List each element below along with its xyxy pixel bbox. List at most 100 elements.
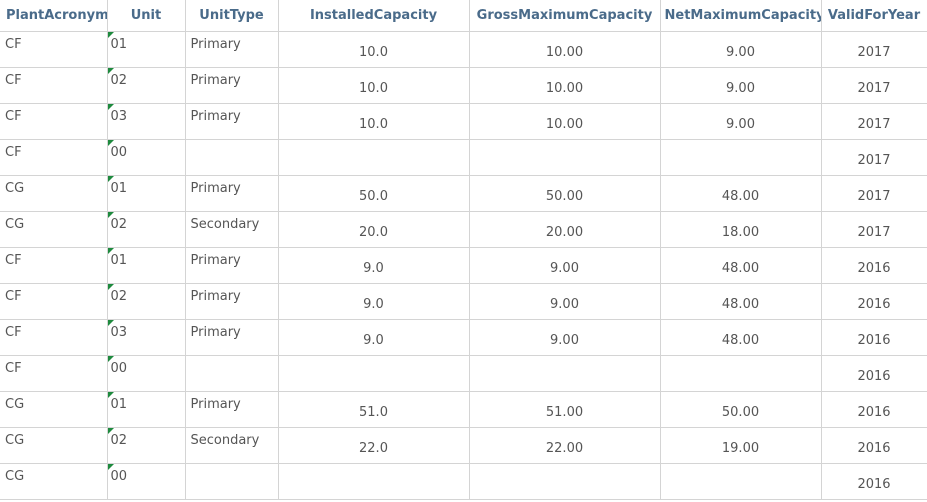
plant-acronym-cell[interactable]: CF	[0, 247, 108, 284]
net-maximum-capacity-cell[interactable]	[660, 139, 822, 176]
number-as-text-warning-icon[interactable]	[107, 283, 114, 290]
unit-cell[interactable]: 00	[107, 355, 186, 392]
number-as-text-warning-icon[interactable]	[107, 247, 114, 254]
installed-capacity-cell[interactable]: 9.0	[278, 247, 470, 284]
net-maximum-capacity-cell[interactable]: 9.00	[660, 31, 822, 68]
unit-cell[interactable]: 01	[107, 247, 186, 284]
number-as-text-warning-icon[interactable]	[107, 463, 114, 470]
unit-cell[interactable]: 02	[107, 427, 186, 464]
net-maximum-capacity-cell[interactable]: 48.00	[660, 319, 822, 356]
header-installed-capacity[interactable]: InstalledCapacity	[278, 0, 470, 32]
gross-maximum-capacity-cell[interactable]: 9.00	[469, 319, 661, 356]
header-valid-for-year[interactable]: ValidForYear	[821, 0, 927, 32]
gross-maximum-capacity-cell[interactable]: 51.00	[469, 391, 661, 428]
plant-acronym-cell[interactable]: CF	[0, 283, 108, 320]
unit-type-cell[interactable]	[185, 463, 279, 500]
installed-capacity-cell[interactable]: 20.0	[278, 211, 470, 248]
header-gross-maximum-capacity[interactable]: GrossMaximumCapacity	[469, 0, 661, 32]
gross-maximum-capacity-cell[interactable]	[469, 463, 661, 500]
installed-capacity-cell[interactable]	[278, 463, 470, 500]
header-plant-acronym[interactable]: PlantAcronym	[0, 0, 108, 32]
gross-maximum-capacity-cell[interactable]: 22.00	[469, 427, 661, 464]
unit-cell[interactable]: 02	[107, 211, 186, 248]
valid-for-year-cell[interactable]: 2017	[821, 31, 927, 68]
gross-maximum-capacity-cell[interactable]: 50.00	[469, 175, 661, 212]
unit-type-cell[interactable]: Primary	[185, 175, 279, 212]
unit-cell[interactable]: 01	[107, 175, 186, 212]
valid-for-year-cell[interactable]: 2016	[821, 463, 927, 500]
net-maximum-capacity-cell[interactable]: 50.00	[660, 391, 822, 428]
plant-acronym-cell[interactable]: CF	[0, 67, 108, 104]
header-unit[interactable]: Unit	[107, 0, 186, 32]
unit-type-cell[interactable]	[185, 139, 279, 176]
unit-cell[interactable]: 03	[107, 319, 186, 356]
number-as-text-warning-icon[interactable]	[107, 103, 114, 110]
plant-acronym-cell[interactable]: CG	[0, 463, 108, 500]
plant-acronym-cell[interactable]: CF	[0, 103, 108, 140]
plant-acronym-cell[interactable]: CF	[0, 319, 108, 356]
valid-for-year-cell[interactable]: 2016	[821, 391, 927, 428]
net-maximum-capacity-cell[interactable]	[660, 355, 822, 392]
unit-cell[interactable]: 01	[107, 391, 186, 428]
unit-type-cell[interactable]: Primary	[185, 391, 279, 428]
installed-capacity-cell[interactable]: 50.0	[278, 175, 470, 212]
valid-for-year-cell[interactable]: 2017	[821, 139, 927, 176]
installed-capacity-cell[interactable]: 10.0	[278, 103, 470, 140]
unit-type-cell[interactable]	[185, 355, 279, 392]
plant-acronym-cell[interactable]: CG	[0, 427, 108, 464]
unit-cell[interactable]: 01	[107, 31, 186, 68]
header-net-maximum-capacity[interactable]: NetMaximumCapacity	[660, 0, 822, 32]
plant-acronym-cell[interactable]: CG	[0, 391, 108, 428]
unit-type-cell[interactable]: Secondary	[185, 427, 279, 464]
plant-acronym-cell[interactable]: CG	[0, 175, 108, 212]
header-unit-type[interactable]: UnitType	[185, 0, 279, 32]
unit-type-cell[interactable]: Primary	[185, 247, 279, 284]
number-as-text-warning-icon[interactable]	[107, 175, 114, 182]
unit-cell[interactable]: 02	[107, 67, 186, 104]
number-as-text-warning-icon[interactable]	[107, 427, 114, 434]
installed-capacity-cell[interactable]	[278, 355, 470, 392]
valid-for-year-cell[interactable]: 2017	[821, 211, 927, 248]
unit-cell[interactable]: 03	[107, 103, 186, 140]
gross-maximum-capacity-cell[interactable]: 10.00	[469, 103, 661, 140]
net-maximum-capacity-cell[interactable]: 48.00	[660, 247, 822, 284]
number-as-text-warning-icon[interactable]	[107, 67, 114, 74]
net-maximum-capacity-cell[interactable]: 48.00	[660, 175, 822, 212]
installed-capacity-cell[interactable]	[278, 139, 470, 176]
installed-capacity-cell[interactable]: 9.0	[278, 283, 470, 320]
installed-capacity-cell[interactable]: 10.0	[278, 67, 470, 104]
unit-type-cell[interactable]: Primary	[185, 103, 279, 140]
plant-acronym-cell[interactable]: CF	[0, 355, 108, 392]
valid-for-year-cell[interactable]: 2016	[821, 355, 927, 392]
unit-type-cell[interactable]: Primary	[185, 283, 279, 320]
unit-cell[interactable]: 00	[107, 139, 186, 176]
gross-maximum-capacity-cell[interactable]	[469, 355, 661, 392]
unit-type-cell[interactable]: Secondary	[185, 211, 279, 248]
installed-capacity-cell[interactable]: 9.0	[278, 319, 470, 356]
unit-type-cell[interactable]: Primary	[185, 319, 279, 356]
gross-maximum-capacity-cell[interactable]: 10.00	[469, 31, 661, 68]
unit-cell[interactable]: 02	[107, 283, 186, 320]
valid-for-year-cell[interactable]: 2016	[821, 283, 927, 320]
valid-for-year-cell[interactable]: 2017	[821, 67, 927, 104]
gross-maximum-capacity-cell[interactable]: 9.00	[469, 247, 661, 284]
net-maximum-capacity-cell[interactable]: 19.00	[660, 427, 822, 464]
net-maximum-capacity-cell[interactable]: 48.00	[660, 283, 822, 320]
unit-cell[interactable]: 00	[107, 463, 186, 500]
gross-maximum-capacity-cell[interactable]: 20.00	[469, 211, 661, 248]
number-as-text-warning-icon[interactable]	[107, 139, 114, 146]
number-as-text-warning-icon[interactable]	[107, 391, 114, 398]
valid-for-year-cell[interactable]: 2016	[821, 247, 927, 284]
valid-for-year-cell[interactable]: 2016	[821, 319, 927, 356]
net-maximum-capacity-cell[interactable]: 9.00	[660, 67, 822, 104]
number-as-text-warning-icon[interactable]	[107, 355, 114, 362]
gross-maximum-capacity-cell[interactable]: 10.00	[469, 67, 661, 104]
plant-acronym-cell[interactable]: CF	[0, 31, 108, 68]
installed-capacity-cell[interactable]: 51.0	[278, 391, 470, 428]
net-maximum-capacity-cell[interactable]	[660, 463, 822, 500]
installed-capacity-cell[interactable]: 10.0	[278, 31, 470, 68]
net-maximum-capacity-cell[interactable]: 9.00	[660, 103, 822, 140]
valid-for-year-cell[interactable]: 2017	[821, 103, 927, 140]
gross-maximum-capacity-cell[interactable]: 9.00	[469, 283, 661, 320]
net-maximum-capacity-cell[interactable]: 18.00	[660, 211, 822, 248]
